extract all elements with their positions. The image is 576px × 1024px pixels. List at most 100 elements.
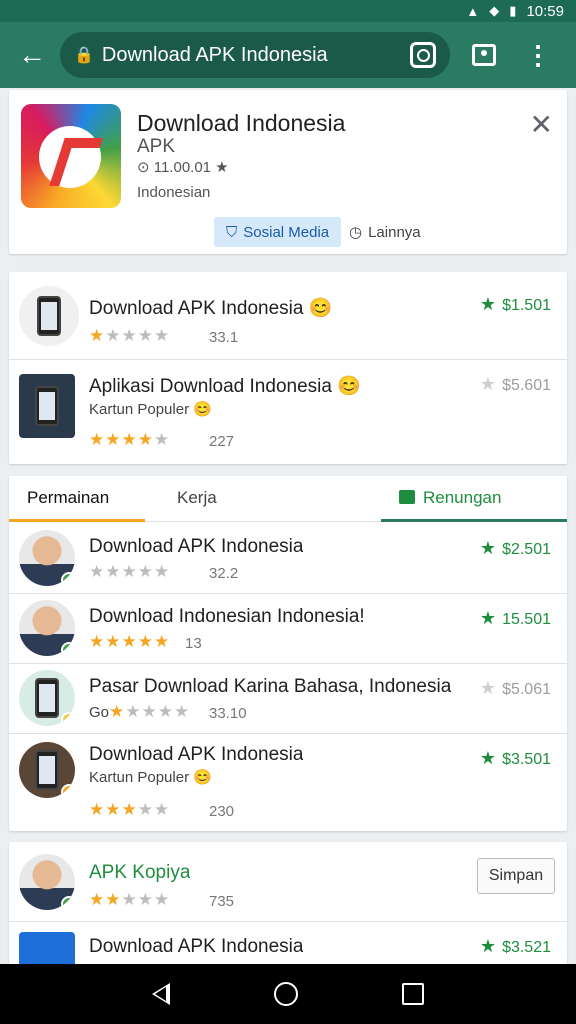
- item-subtitle: Kartun Populer 😊: [89, 401, 212, 418]
- item-subtitle: Go: [89, 704, 110, 721]
- star-icon: ★: [137, 326, 154, 345]
- item-price[interactable]: ★ 15.501: [480, 608, 551, 629]
- camera-icon[interactable]: [410, 42, 436, 68]
- nav-back-icon[interactable]: [152, 983, 170, 1005]
- review-count: 230: [209, 803, 235, 820]
- star-icon: ★: [105, 632, 122, 651]
- app-logo-icon: [21, 104, 121, 208]
- status-time: 10:59: [526, 2, 564, 20]
- bottom-list: APK Kopiya ★★★★★ 735 Simpan Download APK…: [9, 842, 567, 972]
- app-subtitle: APK: [137, 136, 176, 157]
- price-label: $1.501: [502, 297, 551, 314]
- more-options-icon[interactable]: ⋮: [518, 35, 558, 75]
- star-icon: ★: [154, 430, 171, 449]
- star-icon: ★: [121, 890, 138, 909]
- category-badge-secondary[interactable]: ◷ Lainnya: [349, 217, 421, 247]
- close-icon[interactable]: ✕: [530, 108, 553, 141]
- star-icon: ★: [105, 800, 122, 819]
- tab-reflection-label: Renungan: [423, 488, 502, 507]
- star-icon: ★: [141, 702, 158, 721]
- price-label: 15.501: [502, 611, 551, 628]
- star-icon: ★: [479, 748, 497, 768]
- url-text: Download APK Indonesia: [101, 43, 328, 66]
- save-button[interactable]: Simpan: [477, 858, 555, 894]
- lock-icon: 🔒: [74, 47, 94, 64]
- review-count: 33.10: [209, 705, 247, 722]
- tab-games[interactable]: Permainan: [9, 476, 145, 522]
- nav-home-icon[interactable]: [274, 982, 298, 1006]
- rating-stars: ★★★★★: [89, 326, 170, 346]
- nav-recents-icon[interactable]: [402, 983, 424, 1005]
- item-price[interactable]: ★ $5.061: [480, 678, 551, 699]
- rating-stars: ★★★★★: [89, 632, 170, 652]
- tabbed-list: Permainan Kerja Renungan Download APK In…: [9, 476, 567, 831]
- star-icon: ★: [125, 702, 142, 721]
- badge-secondary-label: Lainnya: [368, 223, 421, 241]
- rating-stars: ★★★★★: [89, 890, 170, 910]
- app-developer[interactable]: Indonesian: [137, 184, 210, 201]
- star-icon: ★: [154, 632, 171, 651]
- star-icon: ★: [154, 800, 171, 819]
- star-icon: ★: [479, 374, 497, 394]
- list-item[interactable]: Download APK Indonesia 😊 ★★★★★ 33.1 ★ $1.…: [9, 272, 567, 360]
- back-arrow-icon[interactable]: ←: [12, 35, 52, 75]
- price-label: $3.501: [502, 751, 551, 768]
- list-item[interactable]: Download Indonesian Indonesia! ★★★★★ 13 …: [9, 594, 567, 664]
- rating-stars: ★★★★★: [89, 562, 170, 582]
- chat-icon: [399, 490, 415, 504]
- star-icon: ★: [479, 294, 497, 314]
- tab-reflection[interactable]: Renungan: [381, 476, 567, 522]
- tab-work[interactable]: Kerja: [159, 476, 235, 522]
- tab-bar: Permainan Kerja Renungan: [9, 476, 567, 522]
- star-icon: ★: [121, 430, 138, 449]
- price-label: $2.501: [502, 541, 551, 558]
- star-icon: ★: [154, 562, 171, 581]
- star-icon: ★: [105, 326, 122, 345]
- star-icon: ★: [137, 800, 154, 819]
- star-icon: ★: [137, 632, 154, 651]
- star-icon: ★: [121, 632, 138, 651]
- star-icon: ★: [89, 890, 106, 909]
- review-count: 13: [185, 635, 202, 652]
- star-icon: ★: [89, 430, 106, 449]
- list-item[interactable]: Download APK Indonesia ★★★★★ 32.2 ★ $2.50…: [9, 524, 567, 594]
- badge-primary-label: Sosial Media: [243, 223, 330, 241]
- star-icon: ★: [109, 702, 126, 721]
- bookmark-button[interactable]: [464, 35, 504, 75]
- star-icon: ★: [105, 562, 122, 581]
- item-price[interactable]: ★ $5.601: [480, 374, 551, 395]
- system-nav-bar: [0, 964, 576, 1024]
- item-title: Download APK Indonesia: [89, 536, 304, 557]
- rating-stars: ★★★★★: [89, 800, 170, 820]
- star-icon: ★: [89, 326, 106, 345]
- star-icon: ★: [174, 702, 191, 721]
- app-title: Download Indonesia: [137, 110, 346, 136]
- battery-icon: ▮: [509, 3, 517, 18]
- rating-stars: ★★★★★: [89, 430, 170, 450]
- item-price[interactable]: ★ $2.501: [480, 538, 551, 559]
- review-count: 227: [209, 433, 235, 450]
- list-item[interactable]: Download APK Indonesia Kartun Populer 😊 …: [9, 734, 567, 830]
- app-thumbnail: [19, 670, 75, 726]
- review-count: 32.2: [209, 565, 239, 582]
- category-badge-primary[interactable]: ⛉ Sosial Media: [214, 217, 342, 247]
- app-thumbnail: [19, 374, 75, 438]
- list-item[interactable]: Download APK Indonesia ★ $3.521: [9, 922, 567, 972]
- url-bar[interactable]: 🔒 Download APK Indonesia: [60, 32, 450, 78]
- item-title: Download APK Indonesia: [89, 936, 304, 957]
- star-icon: ★: [479, 608, 497, 628]
- list-item[interactable]: Aplikasi Download Indonesia 😊 Kartun Pop…: [9, 360, 567, 464]
- item-price[interactable]: ★ $3.521: [480, 936, 551, 957]
- star-icon: ★: [154, 890, 171, 909]
- item-price[interactable]: ★ $3.501: [480, 748, 551, 769]
- review-count: 735: [209, 893, 235, 910]
- star-icon: ★: [137, 890, 154, 909]
- list-item[interactable]: APK Kopiya ★★★★★ 735 Simpan: [9, 842, 567, 922]
- star-icon: ★: [89, 562, 106, 581]
- star-icon: ★: [121, 800, 138, 819]
- avatar: [19, 530, 75, 586]
- star-icon: ★: [154, 326, 171, 345]
- item-price[interactable]: ★ $1.501: [480, 294, 551, 315]
- list-item[interactable]: Pasar Download Karina Bahasa, Indonesia …: [9, 664, 567, 734]
- price-label: $3.521: [502, 939, 551, 956]
